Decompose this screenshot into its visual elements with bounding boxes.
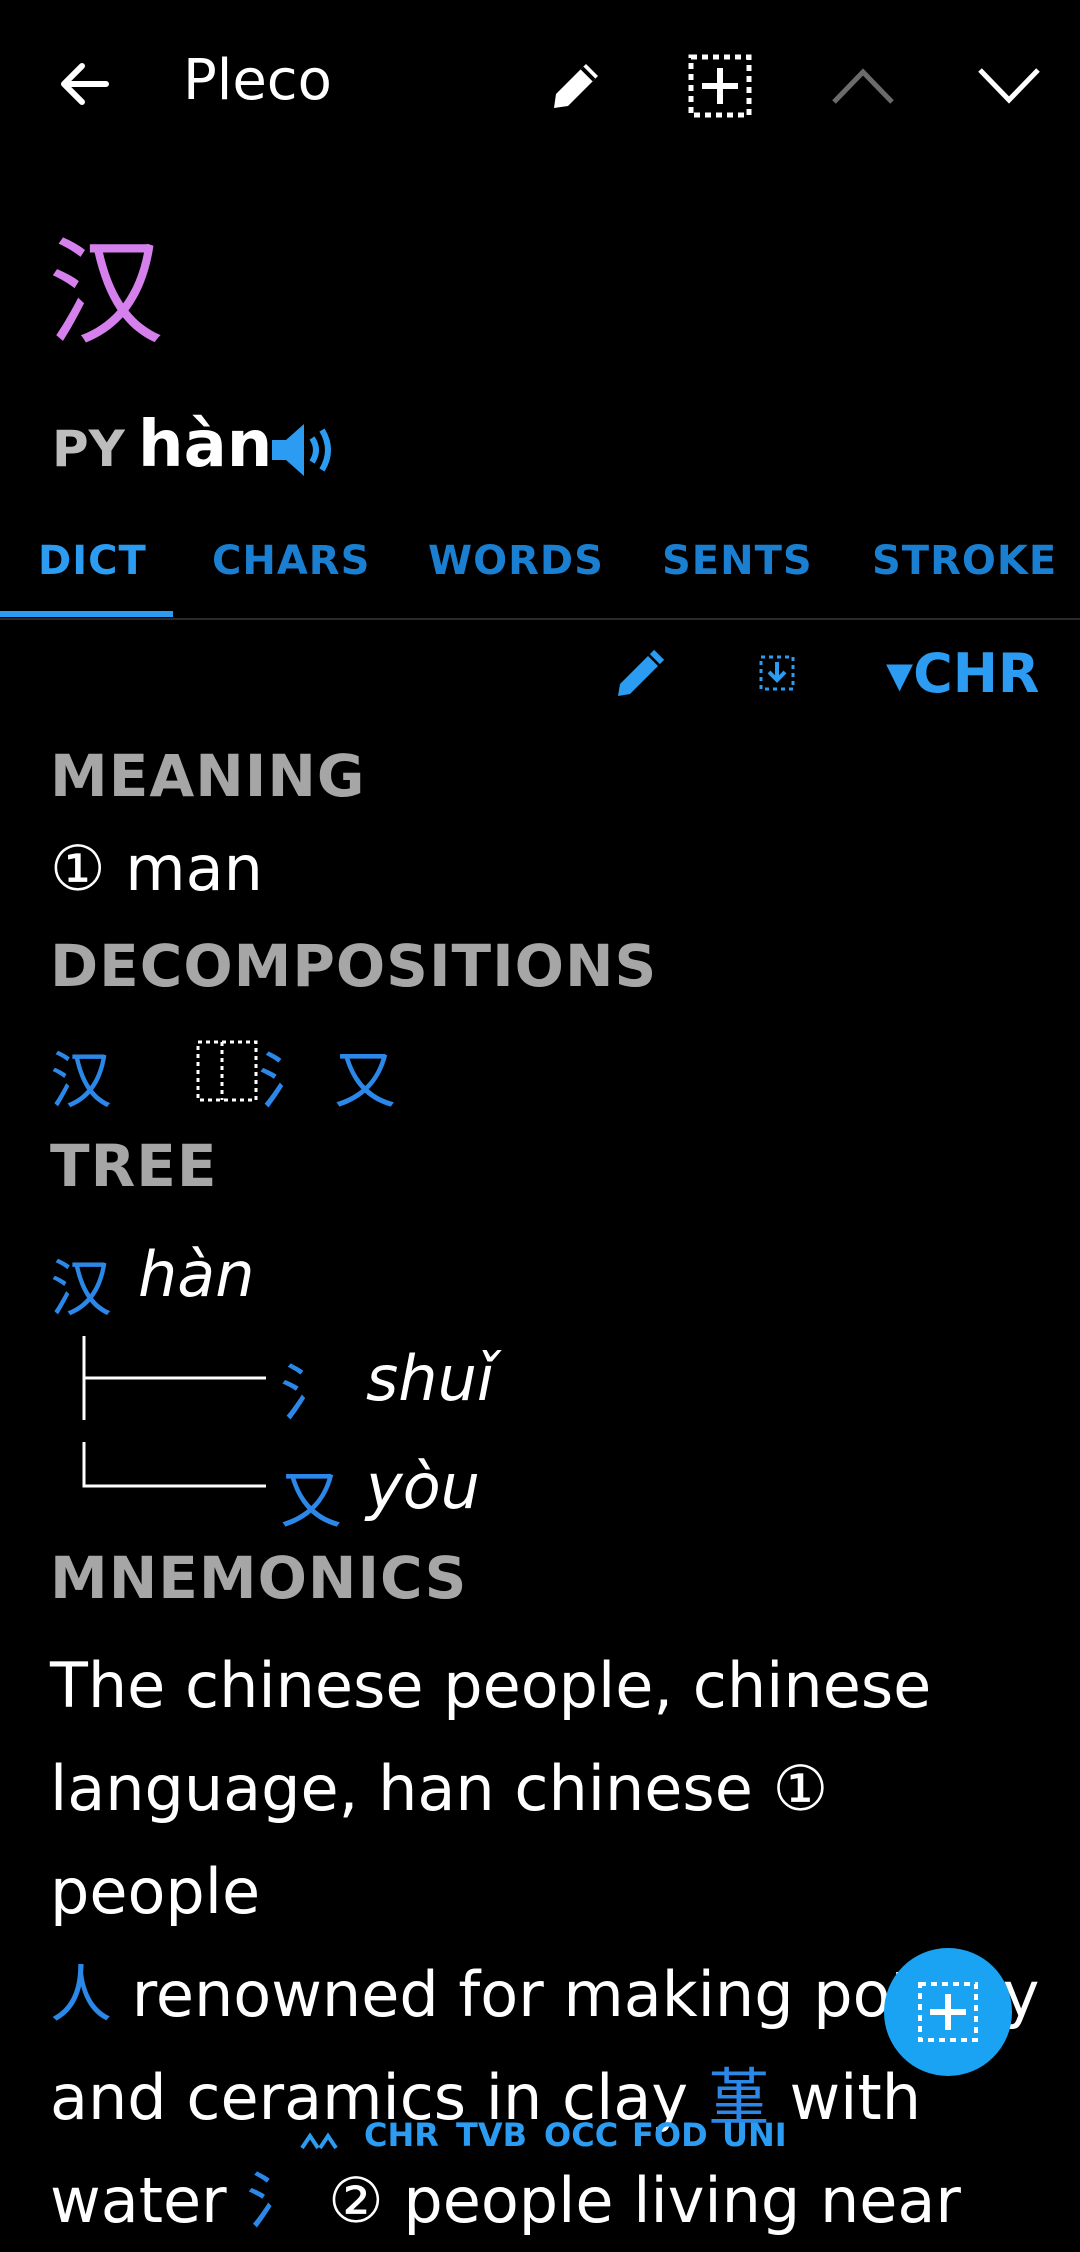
tree-connector-lines <box>82 1336 266 1488</box>
tree-branch-again[interactable]: 又 <box>280 1450 342 1540</box>
tree-branch-water[interactable]: 氵 <box>280 1342 342 1432</box>
tab-dict[interactable]: DICT <box>38 538 147 584</box>
download-dashed-icon[interactable] <box>758 654 796 692</box>
tab-stroke[interactable]: STROKE <box>872 538 1057 584</box>
decomposition-part-water[interactable]: 氵 <box>258 1030 320 1120</box>
chevron-up-icon[interactable] <box>830 64 896 108</box>
bottom-dict-uni[interactable]: UNI <box>722 2116 787 2154</box>
speaker-icon[interactable] <box>268 420 338 480</box>
mnemonic-line: water 氵 ② people living near <box>50 2164 961 2237</box>
tree-branch-water-pinyin: shuǐ <box>366 1342 495 1415</box>
decompositions-heading: DECOMPOSITIONS <box>50 932 658 1000</box>
tree-heading: TREE <box>50 1132 218 1200</box>
mnemonics-heading: MNEMONICS <box>50 1544 468 1612</box>
pinyin-label: PY <box>52 420 125 478</box>
tab-words[interactable]: WORDS <box>428 538 604 584</box>
pinyin-value: hàn <box>138 408 273 482</box>
active-tab-indicator <box>0 611 173 617</box>
tree-root-char[interactable]: 汉 <box>50 1238 112 1328</box>
tree-root-pinyin: hàn <box>138 1238 255 1311</box>
add-flashcard-fab[interactable] <box>884 1948 1012 2076</box>
edit-pencil-icon[interactable] <box>546 56 606 116</box>
decomposition-part-again[interactable]: 又 <box>334 1030 396 1120</box>
meaning-text: ① man <box>50 832 263 905</box>
bottom-dict-occ[interactable]: OCC <box>544 2116 618 2154</box>
add-flashcard-icon[interactable] <box>688 54 752 118</box>
tab-divider <box>0 618 1080 620</box>
bottom-dict-fod[interactable]: FOD <box>632 2116 708 2154</box>
bottom-dict-tvb[interactable]: TVB <box>456 2116 527 2154</box>
mnemonic-char-link[interactable]: 人 <box>50 1958 112 2031</box>
mnemonic-line: The chinese people, chinese <box>50 1649 932 1722</box>
tab-chars[interactable]: CHARS <box>212 538 370 584</box>
bottom-dict-chr[interactable]: CHR <box>364 2116 439 2154</box>
dictionary-selector[interactable]: ▾CHR <box>886 642 1040 705</box>
mnemonic-text: The chinese people, chinese language, ha… <box>50 1634 1050 2252</box>
back-arrow-icon[interactable] <box>56 56 112 112</box>
decomposition-layout-icon <box>196 1040 258 1102</box>
expand-up-arrows-icon[interactable] <box>298 2128 340 2152</box>
app-title: Pleco <box>183 48 332 113</box>
mnemonic-char-link[interactable]: 氵 <box>246 2164 308 2237</box>
decomposition-whole-char[interactable]: 汉 <box>50 1030 112 1120</box>
tree-branch-again-pinyin: yòu <box>366 1450 480 1523</box>
mnemonic-line: language, han chinese ① people <box>50 1752 829 1928</box>
edit-entry-icon[interactable] <box>612 646 668 702</box>
add-card-icon <box>918 1982 978 2042</box>
chevron-down-icon[interactable] <box>976 64 1042 108</box>
meaning-heading: MEANING <box>50 742 366 810</box>
tab-sents[interactable]: SENTS <box>662 538 813 584</box>
headword-character: 汉 <box>48 226 164 361</box>
